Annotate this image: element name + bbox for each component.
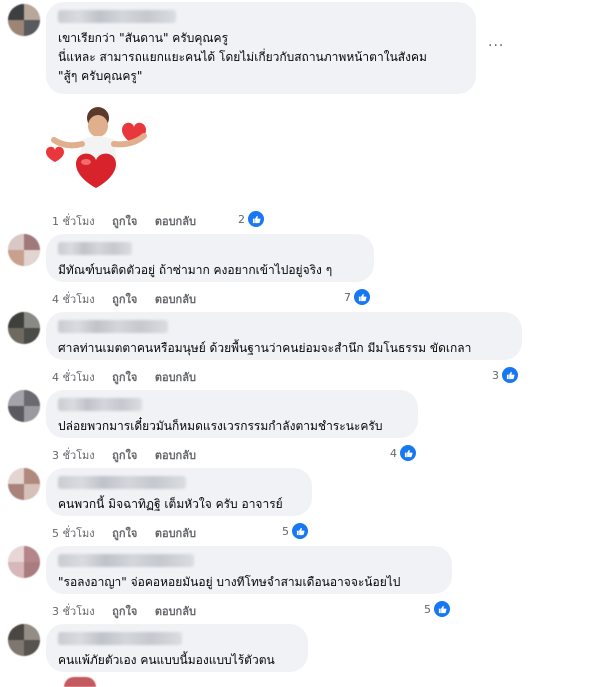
reaction-count-value: 3: [492, 368, 499, 382]
reply-button[interactable]: ตอบกลับ: [155, 605, 196, 618]
avatar[interactable]: [8, 390, 40, 422]
comment-text-line: มีทัณฑ์บนติดตัวอยู่ ถ้าซ่ามาก คงอยากเข้า…: [58, 263, 333, 277]
like-button[interactable]: ถูกใจ: [112, 527, 137, 540]
reaction-count[interactable]: 3: [492, 366, 519, 384]
thumbs-up-icon: [501, 366, 519, 384]
comment-actions: 5 ชั่วโมง ถูกใจ ตอบกลับ: [52, 524, 210, 542]
avatar[interactable]: [8, 546, 40, 578]
reaction-count[interactable]: 7: [344, 288, 371, 306]
comment-text-line: ศาลท่านเมตตาคนหรือมนุษย์ ด้วยพื้นฐานว่าค…: [58, 341, 472, 355]
reaction-count[interactable]: 5: [282, 522, 309, 540]
reaction-count-value: 2: [238, 212, 245, 226]
thumbs-up-icon: [353, 288, 371, 306]
avatar[interactable]: [64, 677, 96, 687]
avatar[interactable]: [8, 4, 40, 36]
reaction-count-value: 5: [424, 602, 431, 616]
comment-actions: 1 ชั่วโมง ถูกใจ ตอบกลับ: [52, 212, 210, 230]
like-button[interactable]: ถูกใจ: [112, 215, 137, 228]
reply-button[interactable]: ตอบกลับ: [155, 215, 196, 228]
reaction-count[interactable]: 4: [390, 444, 417, 462]
comment-text-line: "รอลงอาญา" จ่อคอหอยมันอยู่ บางทีโทษจำสาม…: [58, 575, 401, 589]
commenter-name[interactable]: [58, 320, 168, 333]
commenter-name[interactable]: [58, 398, 142, 411]
thumbs-up-icon: [433, 600, 451, 618]
comment-bubble: คนพวกนี้ มิจฉาทิฏฐิ เต็มหัวใจ ครับ อาจาร…: [46, 468, 312, 516]
comment-text-line: "สู้ๆ ครับคุณครู": [58, 69, 143, 83]
comment-bubble: ปล่อยพวกมารเดี๋ยวมันก็หมดแรงเวรกรรมกำลัง…: [46, 390, 418, 438]
commenter-name[interactable]: [58, 242, 132, 255]
commenter-name[interactable]: [58, 554, 194, 567]
more-options-icon[interactable]: ···: [488, 38, 504, 54]
comment-bubble: มีทัณฑ์บนติดตัวอยู่ ถ้าซ่ามาก คงอยากเข้า…: [46, 234, 374, 282]
comment-bubble: เขาเรียกว่า "สันดาน" ครับคุณครู นี่แหละ …: [46, 2, 476, 94]
commenter-name[interactable]: [58, 476, 186, 489]
comment-bubble: "รอลงอาญา" จ่อคอหอยมันอยู่ บางทีโทษจำสาม…: [46, 546, 452, 594]
comment-actions: 3 ชั่วโมง ถูกใจ ตอบกลับ: [52, 446, 210, 464]
reaction-count[interactable]: 2: [238, 210, 265, 228]
comment-actions: 4 ชั่วโมง ถูกใจ ตอบกลับ: [52, 290, 210, 308]
love-sticker: [46, 107, 147, 188]
comment-text-line: นี่แหละ สามารถแยกแยะคนได้ โดยไม่เกี่ยวกั…: [58, 50, 427, 64]
comment-timestamp[interactable]: 4 ชั่วโมง: [52, 293, 95, 306]
thumbs-up-icon: [247, 210, 265, 228]
like-button[interactable]: ถูกใจ: [112, 293, 137, 306]
thumbs-up-icon: [399, 444, 417, 462]
comment-timestamp[interactable]: 3 ชั่วโมง: [52, 449, 95, 462]
comment-actions: 3 ชั่วโมง ถูกใจ ตอบกลับ: [52, 602, 210, 620]
reaction-count-value: 7: [344, 290, 351, 304]
reply-button[interactable]: ตอบกลับ: [155, 371, 196, 384]
reply-button[interactable]: ตอบกลับ: [155, 449, 196, 462]
commenter-name[interactable]: [58, 632, 182, 645]
comment-timestamp[interactable]: 1 ชั่วโมง: [52, 215, 95, 228]
comment-timestamp[interactable]: 5 ชั่วโมง: [52, 527, 95, 540]
comment-text-line: คนพวกนี้ มิจฉาทิฏฐิ เต็มหัวใจ ครับ อาจาร…: [58, 497, 283, 511]
comment-text-line: คนแพ้ภัยตัวเอง คนแบบนี้มองแบบไร้ตัวตน: [58, 653, 275, 667]
comment-timestamp[interactable]: 3 ชั่วโมง: [52, 605, 95, 618]
comment-text-line: ปล่อยพวกมารเดี๋ยวมันก็หมดแรงเวรกรรมกำลัง…: [58, 419, 383, 433]
avatar[interactable]: [8, 624, 40, 656]
reaction-count[interactable]: 5: [424, 600, 451, 618]
comment-bubble: ศาลท่านเมตตาคนหรือมนุษย์ ด้วยพื้นฐานว่าค…: [46, 312, 522, 360]
reply-button[interactable]: ตอบกลับ: [155, 293, 196, 306]
reaction-count-value: 4: [390, 446, 397, 460]
comment-timestamp[interactable]: 4 ชั่วโมง: [52, 371, 95, 384]
avatar[interactable]: [8, 234, 40, 266]
like-button[interactable]: ถูกใจ: [112, 605, 137, 618]
comment-bubble: คนแพ้ภัยตัวเอง คนแบบนี้มองแบบไร้ตัวตน: [46, 624, 308, 672]
comment-actions: 4 ชั่วโมง ถูกใจ ตอบกลับ: [52, 368, 210, 386]
comment-text-line: เขาเรียกว่า "สันดาน" ครับคุณครู: [58, 31, 229, 45]
like-button[interactable]: ถูกใจ: [112, 449, 137, 462]
thumbs-up-icon: [291, 522, 309, 540]
commenter-name[interactable]: [58, 10, 176, 23]
reply-button[interactable]: ตอบกลับ: [155, 527, 196, 540]
avatar[interactable]: [8, 468, 40, 500]
reaction-count-value: 5: [282, 524, 289, 538]
like-button[interactable]: ถูกใจ: [112, 371, 137, 384]
avatar[interactable]: [8, 312, 40, 344]
